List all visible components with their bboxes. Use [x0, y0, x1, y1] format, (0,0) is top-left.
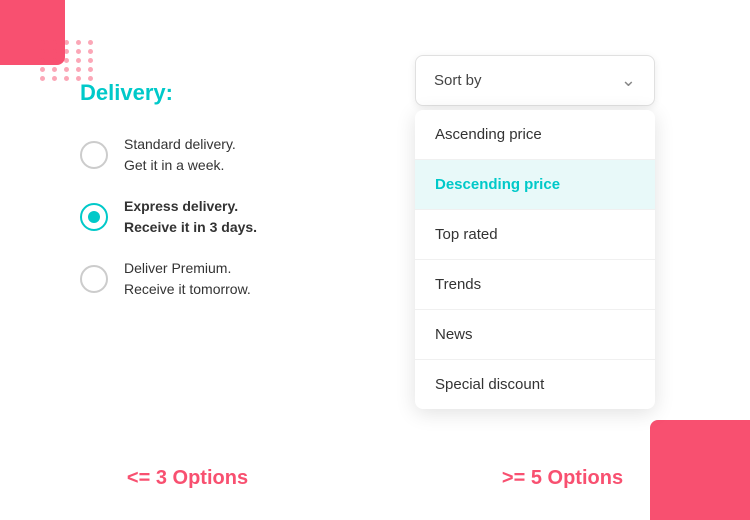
delivery-label-premium: Deliver Premium.Receive it tomorrow. — [124, 258, 251, 300]
radio-premium[interactable] — [80, 265, 108, 293]
sort-option-descending-price[interactable]: Descending price — [415, 160, 655, 210]
radio-standard[interactable] — [80, 141, 108, 169]
sort-option-news[interactable]: News — [415, 310, 655, 360]
delivery-option-standard[interactable]: Standard delivery.Get it in a week. — [80, 134, 360, 176]
delivery-label-standard: Standard delivery.Get it in a week. — [124, 134, 236, 176]
sort-label: Sort by — [434, 72, 482, 89]
delivery-title: Delivery: — [80, 80, 360, 106]
options-label-left: <= 3 Options — [127, 467, 248, 490]
chevron-down-icon: ⌄ — [621, 70, 636, 91]
left-panel: Delivery: Standard delivery.Get it in a … — [80, 80, 360, 300]
sort-dropdown-trigger[interactable]: Sort by ⌄ — [415, 55, 655, 106]
delivery-option-express[interactable]: Express delivery.Receive it in 3 days. — [80, 196, 360, 238]
sort-option-special-discount[interactable]: Special discount — [415, 360, 655, 409]
sort-dropdown-menu: Ascending price Descending price Top rat… — [415, 110, 655, 409]
delivery-option-premium[interactable]: Deliver Premium.Receive it tomorrow. — [80, 258, 360, 300]
sort-option-top-rated[interactable]: Top rated — [415, 210, 655, 260]
sort-dropdown-panel: Sort by ⌄ Ascending price Descending pri… — [415, 55, 655, 409]
radio-express[interactable] — [80, 203, 108, 231]
bottom-labels: <= 3 Options >= 5 Options — [0, 467, 750, 490]
sort-option-ascending-price[interactable]: Ascending price — [415, 110, 655, 160]
sort-option-trends[interactable]: Trends — [415, 260, 655, 310]
delivery-options: Standard delivery.Get it in a week. Expr… — [80, 134, 360, 300]
options-label-right: >= 5 Options — [502, 467, 623, 490]
delivery-label-express: Express delivery.Receive it in 3 days. — [124, 196, 257, 238]
